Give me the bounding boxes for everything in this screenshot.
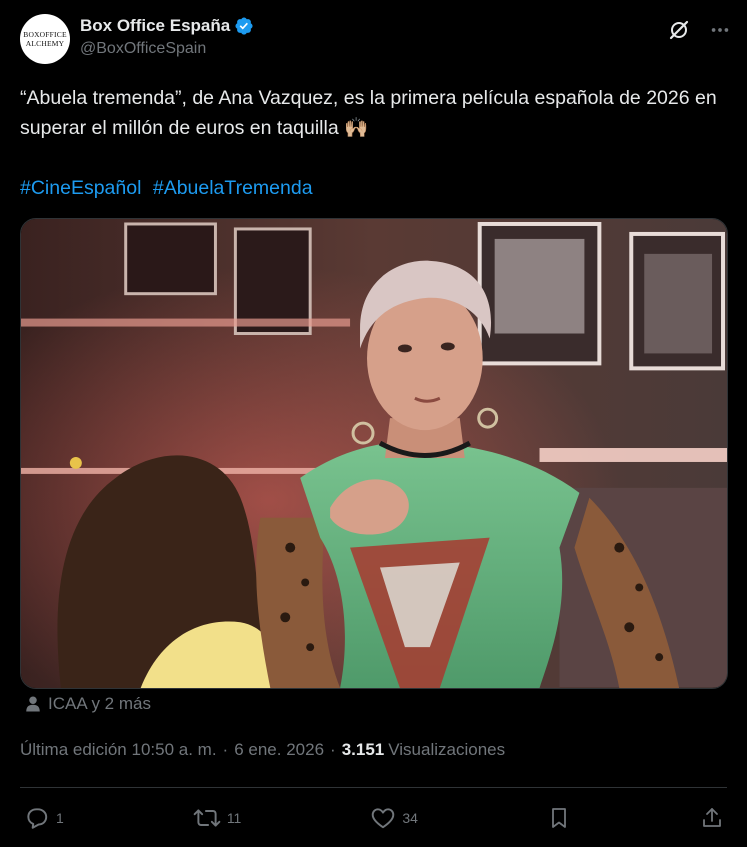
tagged-label: ICAA y 2 más — [48, 694, 151, 713]
repost-icon — [193, 809, 221, 827]
film-still-illustration — [21, 219, 727, 688]
display-name[interactable]: Box Office España — [80, 16, 230, 36]
person-icon — [26, 696, 40, 712]
hashtag-cine-espanol[interactable]: #CineEspañol — [20, 177, 141, 199]
action-bar: 1 11 34 — [24, 802, 724, 834]
user-info: Box Office España @BoxOfficeSpain — [80, 16, 254, 58]
tweet-header: BOXOFFICE ALCHEMY Box Office España @Box… — [20, 14, 731, 66]
like-button[interactable]: 34 — [370, 805, 418, 831]
tagged-users[interactable]: ICAA y 2 más — [24, 694, 151, 714]
tweet-date[interactable]: 6 ene. 2026 — [234, 740, 324, 760]
hashtags: #CineEspañol #AbuelaTremenda — [20, 173, 319, 203]
bookmark-button[interactable] — [547, 805, 571, 831]
avatar-logo-line2: ALCHEMY — [25, 39, 65, 48]
handle[interactable]: @BoxOfficeSpain — [80, 40, 254, 58]
meta-separator: · — [330, 740, 336, 759]
divider — [20, 787, 727, 788]
reply-icon — [27, 808, 48, 829]
like-icon — [372, 808, 395, 829]
tweet-text: “Abuela tremenda”, de Ana Vazquez, es la… — [20, 87, 717, 139]
edited-timestamp[interactable]: Última edición 10:50 a. m. — [20, 740, 217, 760]
avatar[interactable]: BOXOFFICE ALCHEMY — [20, 14, 70, 64]
share-button[interactable] — [700, 805, 724, 831]
views-label: Visualizaciones — [388, 740, 506, 759]
repost-count: 11 — [226, 810, 242, 826]
hashtag-abuela-tremenda[interactable]: #AbuelaTremenda — [153, 177, 313, 199]
views-count: 3.151 — [341, 740, 385, 759]
grok-icon[interactable] — [667, 18, 691, 42]
reply-button[interactable]: 1 — [24, 805, 64, 831]
share-icon — [703, 808, 721, 827]
bookmark-icon — [552, 808, 566, 828]
reply-count: 1 — [56, 810, 64, 826]
avatar-logo-line1: BOXOFFICE — [23, 30, 67, 39]
verified-icon — [235, 17, 253, 35]
more-icon[interactable] — [709, 19, 731, 41]
like-count: 34 — [402, 810, 418, 826]
meta-separator: · — [222, 740, 229, 759]
tweet-meta: Última edición 10:50 a. m. · 6 ene. 2026… — [20, 740, 505, 760]
repost-button[interactable]: 11 — [193, 805, 242, 831]
tweet-image[interactable] — [20, 218, 728, 689]
